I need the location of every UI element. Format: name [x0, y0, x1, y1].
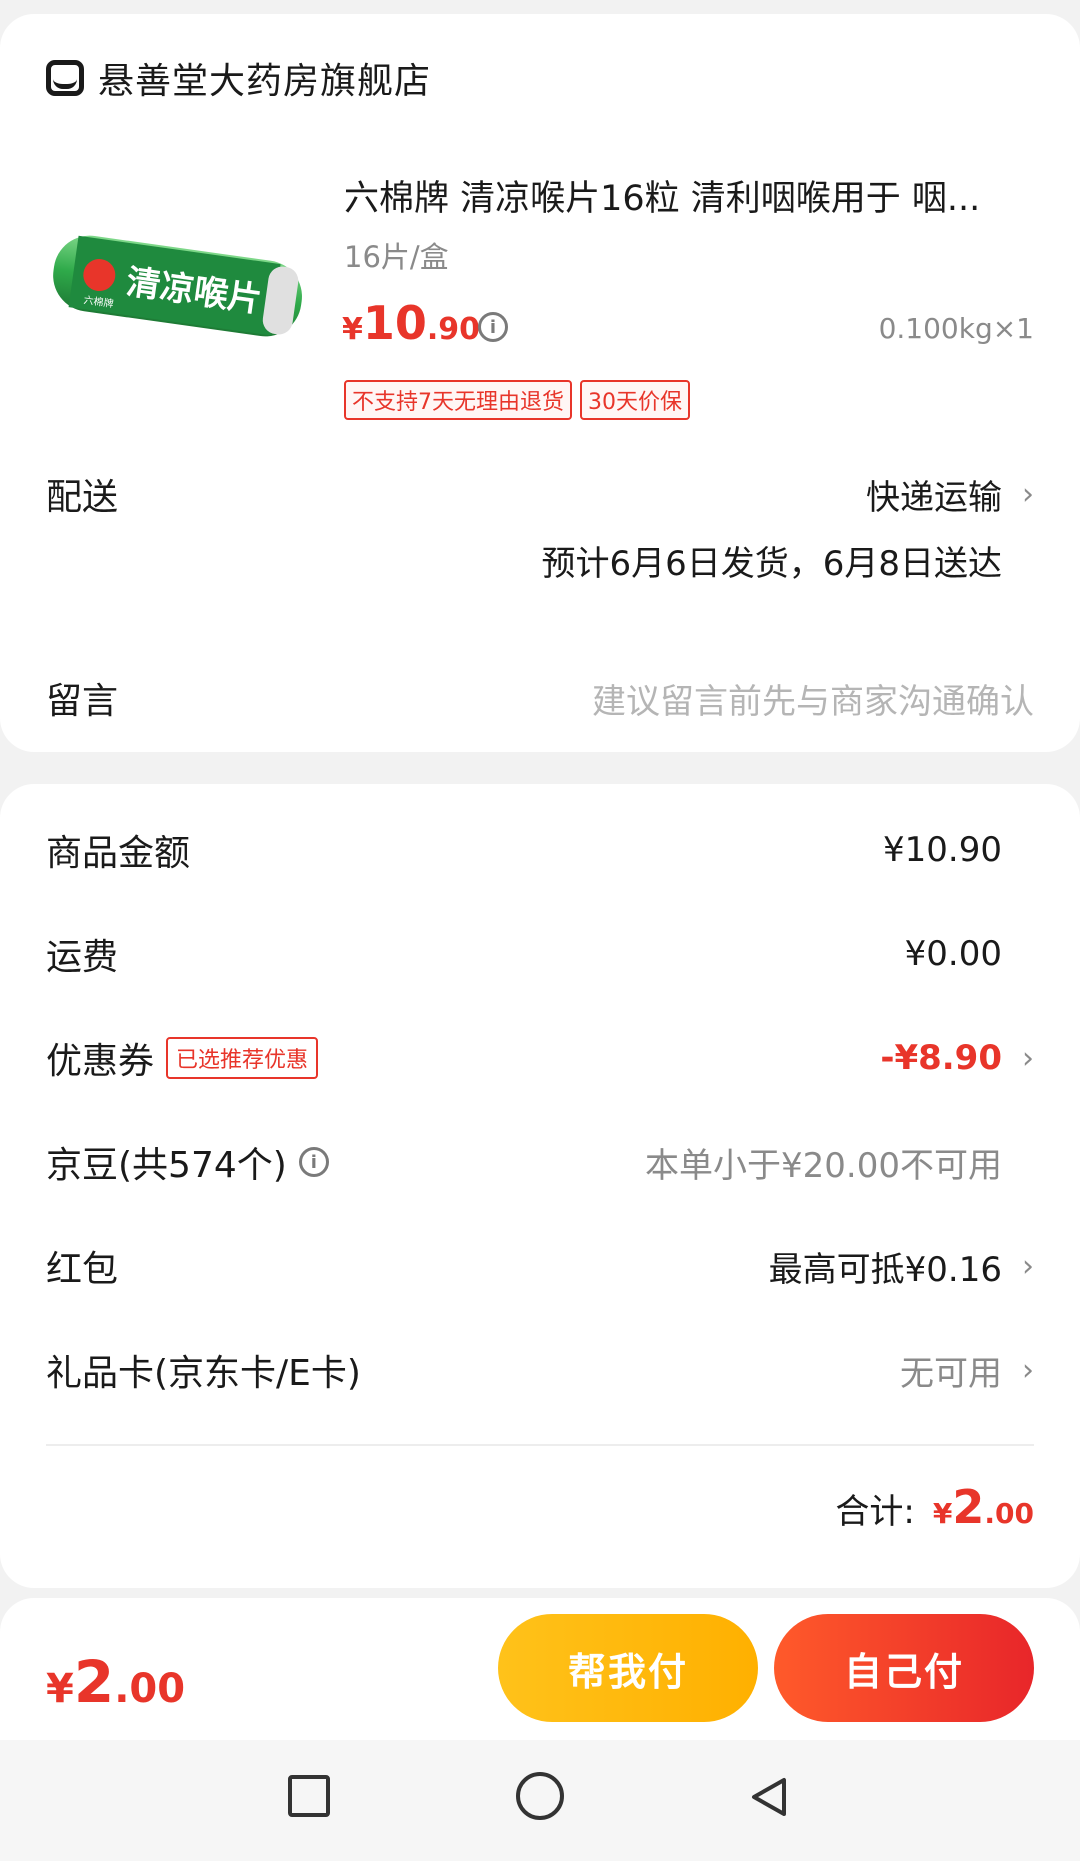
- coupon-badge: 已选推荐优惠: [166, 1037, 319, 1079]
- coupon-value: -¥8.90: [880, 1038, 1002, 1078]
- gift-card-label: 礼品卡(京东卡/E卡): [46, 1353, 361, 1394]
- jd-beans-label: 京豆(共574个): [46, 1145, 287, 1186]
- product-price: ¥10.90: [342, 296, 481, 350]
- delivery-label: 配送: [46, 477, 119, 518]
- chevron-right-icon: ›: [1022, 1248, 1034, 1284]
- self-pay-button[interactable]: 自己付: [774, 1614, 1034, 1722]
- shipping-row: 运费 ¥0.00: [46, 928, 1034, 980]
- chevron-right-icon: ›: [1022, 1040, 1034, 1076]
- delivery-row[interactable]: 配送 快递运输 ›: [46, 468, 1034, 520]
- store-icon: [46, 60, 84, 96]
- goods-amount-row: 商品金额 ¥10.90: [46, 824, 1034, 876]
- delivery-estimate: 预计6月6日发货，6月8日送达: [541, 544, 1002, 584]
- product-image[interactable]: 清凉喉片 六棉牌: [46, 170, 308, 410]
- store-name: 悬善堂大药房旗舰店: [98, 61, 432, 102]
- product-title[interactable]: 六棉牌 清凉喉片16粒 清利咽喉用于 咽...: [344, 170, 1034, 221]
- price-info-icon[interactable]: i: [478, 312, 508, 342]
- bottom-total-price: ¥2.00: [46, 1648, 186, 1716]
- jd-beans-value: 本单小于¥20.00不可用: [645, 1145, 1002, 1186]
- red-packet-row[interactable]: 红包 最高可抵¥0.16 ›: [46, 1240, 1034, 1292]
- product-tags: 不支持7天无理由退货 30天价保: [344, 380, 690, 420]
- remark-label: 留言: [46, 681, 119, 722]
- divider: [46, 1444, 1034, 1446]
- shipping-value: ¥0.00: [904, 934, 1002, 974]
- recent-apps-icon[interactable]: [288, 1775, 330, 1817]
- tag-price-protect[interactable]: 30天价保: [580, 380, 690, 420]
- gift-card-value: 无可用: [900, 1353, 1002, 1394]
- total-label: 合计:: [835, 1492, 915, 1532]
- remark-row[interactable]: 留言 建议留言前先与商家沟通确认: [46, 672, 1034, 724]
- goods-amount-value: ¥10.90: [883, 830, 1002, 870]
- product-spec: 16片/盒: [344, 240, 449, 274]
- gift-card-row[interactable]: 礼品卡(京东卡/E卡) 无可用 ›: [46, 1344, 1034, 1396]
- red-packet-label: 红包: [46, 1249, 119, 1290]
- info-icon[interactable]: i: [298, 1147, 329, 1177]
- tag-no-return: 不支持7天无理由退货: [344, 380, 572, 420]
- coupon-label: 优惠券: [46, 1041, 155, 1082]
- chevron-right-icon: ›: [1022, 476, 1034, 512]
- total-price: ¥2.00: [932, 1480, 1034, 1534]
- chevron-right-icon: ›: [1022, 1352, 1034, 1388]
- help-pay-button[interactable]: 帮我付: [498, 1614, 758, 1722]
- red-packet-value: 最高可抵¥0.16: [768, 1249, 1002, 1290]
- product-weight: 0.100kg×1: [878, 312, 1034, 345]
- store-header[interactable]: 悬善堂大药房旗舰店: [46, 52, 431, 104]
- coupon-row[interactable]: 优惠券 已选推荐优惠 -¥8.90 ›: [46, 1032, 1034, 1084]
- total-row: 合计: ¥2.00: [835, 1480, 1034, 1534]
- delivery-method: 快递运输: [866, 477, 1002, 518]
- shipping-label: 运费: [46, 937, 119, 978]
- remark-input[interactable]: 建议留言前先与商家沟通确认: [592, 674, 1034, 723]
- goods-amount-label: 商品金额: [46, 833, 191, 874]
- back-icon[interactable]: [748, 1776, 790, 1818]
- jd-beans-row: 京豆(共574个) i 本单小于¥20.00不可用: [46, 1136, 1034, 1188]
- home-icon[interactable]: [516, 1772, 564, 1820]
